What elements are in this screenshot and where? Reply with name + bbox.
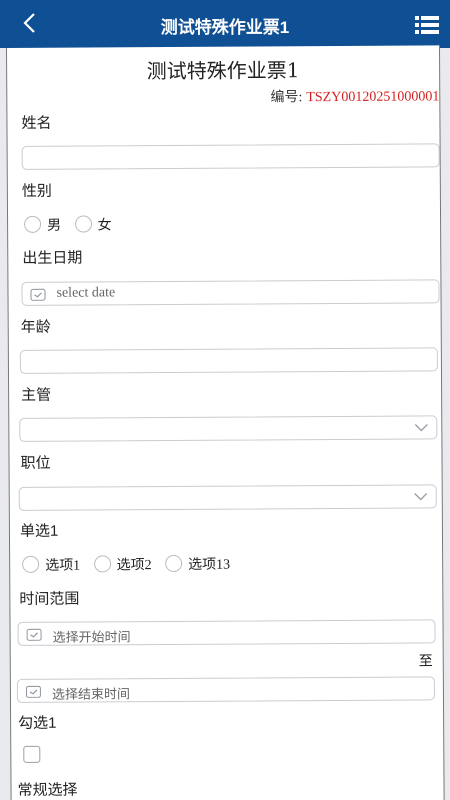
calendar-icon — [26, 628, 42, 641]
checkbox-label: 勾选1 — [18, 714, 57, 732]
gender-radio-group: 男 女 — [24, 214, 122, 235]
single-option-2-label: 选项2 — [116, 558, 152, 574]
single-option-1[interactable]: 选项1 — [22, 555, 80, 575]
time-range-label: 时间范围 — [19, 590, 80, 608]
screen: 测试特殊作业票1 测试特殊作业票1 编号: TSZY00120251000001 … — [0, 0, 450, 800]
end-time-input[interactable]: 选择结束时间 — [16, 676, 435, 703]
single-choice-label: 单选1 — [19, 522, 59, 540]
menu-list-icon[interactable] — [414, 14, 440, 36]
name-input[interactable] — [21, 143, 440, 170]
start-time-placeholder: 选择开始时间 — [52, 630, 131, 646]
age-label: 年龄 — [20, 318, 51, 336]
single-choice-radio-group: 选项1 选项2 选项13 — [22, 554, 240, 575]
chevron-down-icon — [414, 423, 428, 432]
birth-date-input[interactable]: select date — [21, 279, 440, 306]
radio-button[interactable] — [24, 215, 42, 233]
form-title: 测试特殊作业票1 — [146, 58, 300, 84]
single-option-3[interactable]: 选项13 — [165, 554, 230, 574]
radio-button[interactable] — [93, 555, 111, 573]
chevron-down-icon — [414, 492, 428, 501]
single-option-2[interactable]: 选项2 — [93, 554, 152, 574]
code-value: TSZY00120251000001 — [306, 89, 440, 106]
radio-button[interactable] — [165, 554, 183, 573]
single-option-3-label: 选项13 — [188, 557, 231, 573]
supervisor-label: 主管 — [21, 386, 52, 404]
gender-male-label: 男 — [47, 218, 62, 234]
normal-select-label: 常规选择 — [17, 781, 78, 799]
single-option-1-label: 选项1 — [45, 558, 81, 574]
position-select[interactable] — [18, 484, 437, 511]
gender-female-label: 女 — [97, 218, 112, 234]
checkbox-1[interactable] — [23, 745, 41, 763]
gender-option-female[interactable]: 女 — [74, 214, 112, 234]
range-to-label: 至 — [418, 652, 433, 669]
top-bar: 测试特殊作业票1 — [0, 0, 450, 48]
form-code: 编号: TSZY00120251000001 — [270, 85, 439, 106]
gender-label: 性别 — [21, 182, 52, 200]
supervisor-select[interactable] — [19, 415, 438, 442]
radio-button[interactable] — [22, 555, 40, 573]
name-label: 姓名 — [21, 114, 52, 132]
calendar-icon — [30, 288, 46, 301]
radio-button[interactable] — [74, 215, 92, 233]
start-time-input[interactable]: 选择开始时间 — [17, 619, 436, 646]
age-input[interactable] — [19, 347, 438, 374]
calendar-icon — [25, 685, 41, 698]
end-time-placeholder: 选择结束时间 — [51, 687, 131, 703]
app-title: 测试特殊作业票1 — [160, 18, 290, 37]
position-label: 职位 — [20, 454, 51, 472]
gender-option-male[interactable]: 男 — [24, 215, 61, 235]
birth-label: 出生日期 — [22, 249, 83, 267]
birth-date-placeholder: select date — [56, 285, 116, 301]
form-panel: 测试特殊作业票1 编号: TSZY00120251000001 姓名 性别 男 女… — [6, 45, 445, 800]
code-label: 编号: — [270, 90, 303, 106]
